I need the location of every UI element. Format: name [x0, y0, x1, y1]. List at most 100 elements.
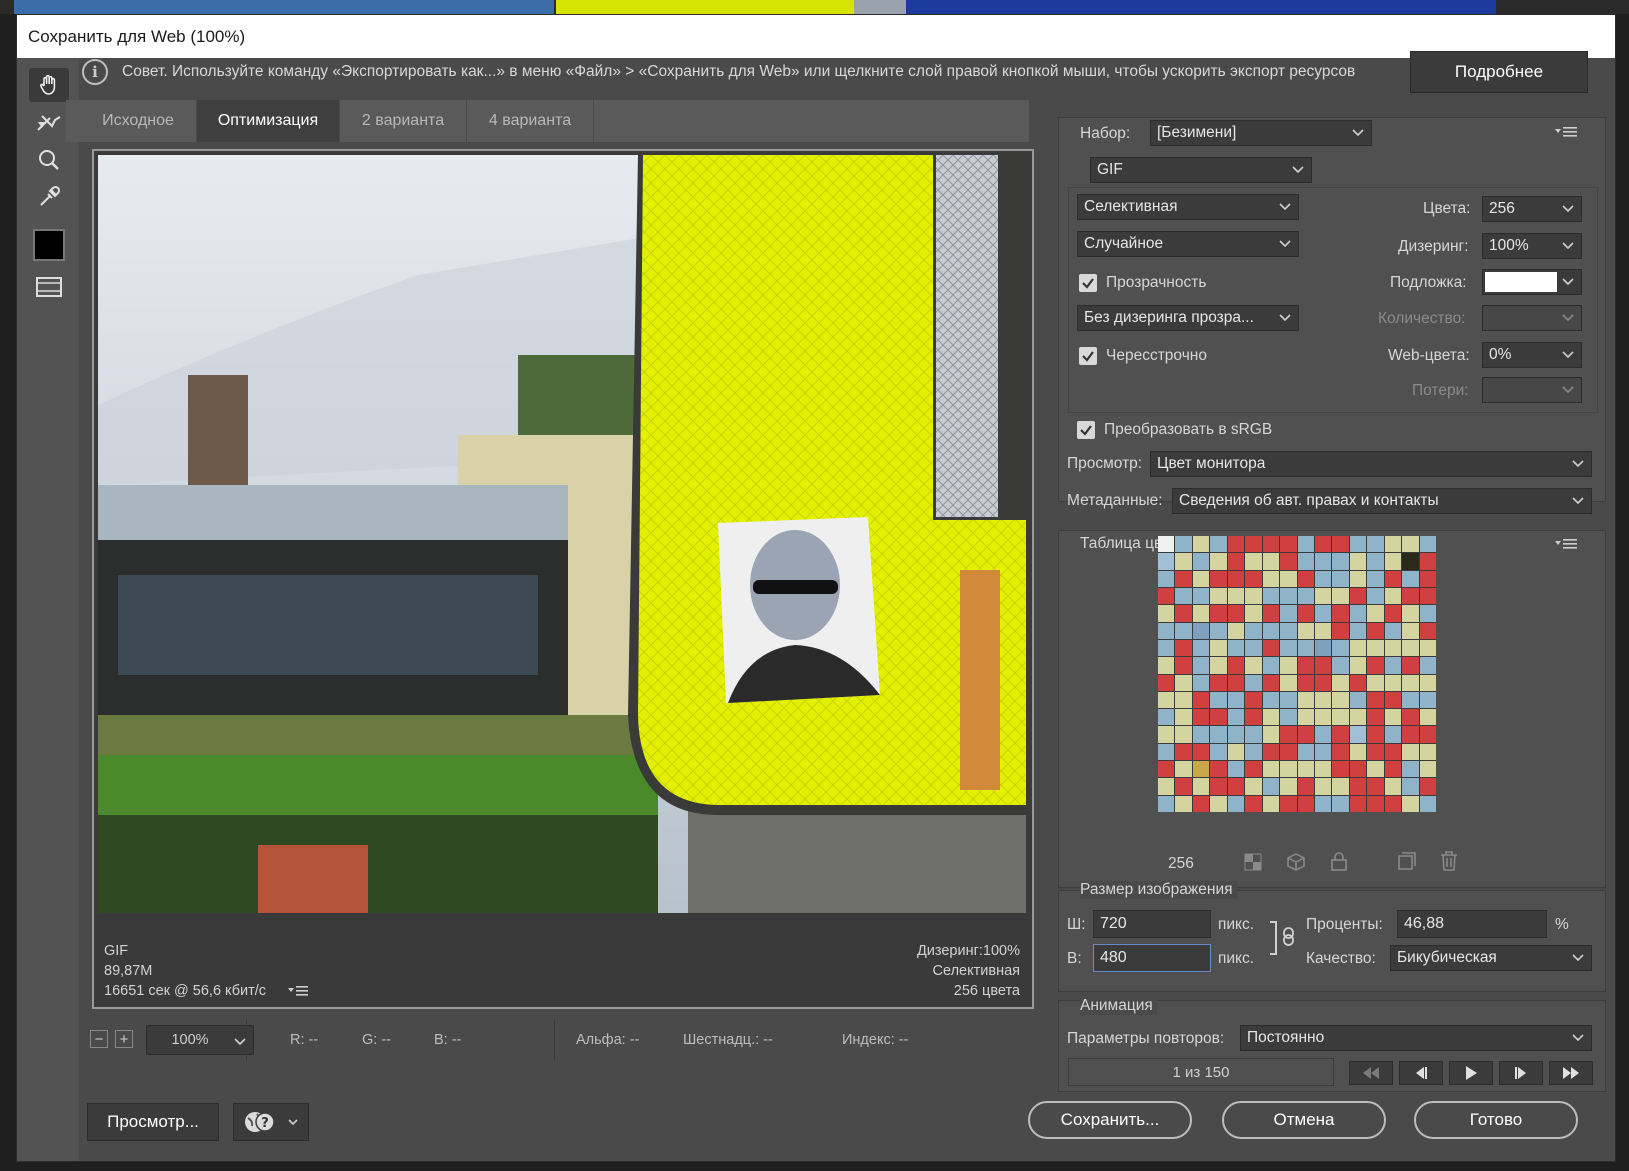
previous-frame-button[interactable]	[1399, 1061, 1443, 1085]
dialog-title: Сохранить для Web (100%)	[28, 27, 246, 46]
lossy-select	[1482, 377, 1582, 403]
transparency-dither-value: Без дизеринга прозра...	[1084, 309, 1254, 326]
chevron-down-icon	[1292, 166, 1304, 174]
preview-file-size: 89,87M	[104, 963, 153, 979]
loop-options-select[interactable]: Постоянно	[1240, 1025, 1592, 1051]
chevron-down-icon	[1562, 351, 1574, 359]
hand-tool-icon[interactable]	[29, 68, 69, 102]
preset-select[interactable]: [Безимени]	[1150, 120, 1372, 146]
image-size-title: Размер изображения	[1080, 881, 1237, 899]
chevron-down-icon	[1279, 240, 1291, 248]
preview-in-browser-button[interactable]: Просмотр...	[87, 1103, 219, 1141]
lock-color-icon[interactable]	[1330, 851, 1348, 871]
height-input[interactable]: 480	[1093, 944, 1211, 972]
cancel-button[interactable]: Отмена	[1222, 1101, 1386, 1139]
tab-4-up[interactable]: 4 варианта	[467, 100, 594, 142]
loop-options-label: Параметры повторов:	[1067, 1030, 1225, 1047]
zoom-tool-icon[interactable]	[29, 143, 69, 177]
first-frame-icon	[1363, 1067, 1379, 1079]
preview-image[interactable]	[98, 155, 1026, 913]
dither-amount-value: 100%	[1489, 237, 1529, 254]
readout-b: B: --	[434, 1032, 462, 1048]
svg-text:?: ?	[261, 1116, 269, 1131]
format-select[interactable]: GIF	[1090, 157, 1312, 183]
eyedropper-tool-icon[interactable]	[29, 180, 69, 214]
metadata-select[interactable]: Сведения об авт. правах и контакты	[1172, 488, 1592, 514]
percent-label: Проценты:	[1306, 916, 1383, 933]
slice-select-tool-icon[interactable]	[29, 106, 69, 140]
toggle-slices-icon[interactable]	[29, 270, 69, 304]
interlaced-checkbox[interactable]	[1079, 347, 1097, 365]
last-frame-button[interactable]	[1549, 1061, 1593, 1085]
chevron-down-icon	[1279, 203, 1291, 211]
color-reduction-value: Селективная	[1084, 198, 1178, 215]
play-button[interactable]	[1449, 1061, 1493, 1085]
trash-icon[interactable]	[1440, 851, 1458, 871]
transparency-checkbox[interactable]	[1079, 274, 1097, 292]
done-button[interactable]: Готово	[1414, 1101, 1578, 1139]
constrain-proportions-icon[interactable]	[1268, 918, 1298, 958]
next-frame-button[interactable]	[1499, 1061, 1543, 1085]
metadata-label: Метаданные:	[1067, 492, 1163, 509]
chevron-down-icon	[234, 1038, 246, 1046]
chevron-down-icon	[1562, 242, 1574, 250]
new-color-icon[interactable]	[1398, 852, 1416, 870]
transparency-dither-select[interactable]: Без дизеринга прозра...	[1077, 305, 1299, 331]
matte-color-swatch[interactable]	[1485, 272, 1557, 292]
convert-srgb-checkbox[interactable]	[1077, 421, 1095, 439]
next-frame-icon	[1515, 1067, 1526, 1079]
transparency-label: Прозрачность	[1106, 274, 1207, 291]
tab-optimized[interactable]: Оптимизация	[197, 100, 340, 142]
width-input[interactable]: 720	[1093, 910, 1211, 938]
preview-info-left: GIF 89,87M 16651 сек @ 56,6 кбит/с	[104, 941, 309, 1001]
height-label: В:	[1067, 950, 1082, 967]
web-shift-icon[interactable]	[1286, 852, 1306, 872]
save-button[interactable]: Сохранить...	[1028, 1101, 1192, 1139]
preview-download-time: 16651 сек @ 56,6 кбит/с	[104, 983, 267, 999]
width-unit: пикс.	[1218, 916, 1255, 933]
browser-select-button[interactable]: ?	[233, 1103, 309, 1141]
preview-mode-label: Просмотр:	[1067, 455, 1143, 472]
preview-colors-info: 256 цвета	[953, 983, 1020, 999]
view-tabs: Исходное Оптимизация 2 варианта 4 вариан…	[66, 100, 1029, 142]
image-size-panel	[1058, 890, 1606, 992]
color-reduction-select[interactable]: Селективная	[1077, 194, 1299, 220]
dither-algorithm-select[interactable]: Случайное	[1077, 231, 1299, 257]
readout-alpha: Альфа: --	[576, 1032, 640, 1048]
dither-label: Дизеринг:	[1398, 238, 1469, 255]
color-palette-grid[interactable]	[1158, 536, 1436, 812]
readout-r: R: --	[290, 1032, 319, 1048]
frame-counter: 1 из 150	[1068, 1058, 1334, 1086]
background-document-strip	[0, 0, 1629, 14]
web-snap-label: Web-цвета:	[1388, 347, 1470, 364]
color-table-menu-icon[interactable]	[1555, 538, 1577, 550]
matte-select[interactable]	[1482, 269, 1582, 295]
quality-select[interactable]: Бикубическая	[1390, 945, 1592, 971]
web-snap-select[interactable]: 0%	[1482, 342, 1582, 368]
zoom-level-select[interactable]: 100%	[146, 1025, 254, 1055]
percent-sign: %	[1555, 916, 1569, 933]
previous-frame-icon	[1416, 1067, 1427, 1079]
readout-g: G: --	[362, 1032, 391, 1048]
learn-more-button[interactable]: Подробнее	[1410, 51, 1588, 93]
percent-input[interactable]: 46,88	[1397, 910, 1547, 938]
colors-select[interactable]: 256	[1482, 196, 1582, 222]
tip-bar: i Совет. Используйте команду «Экспортиро…	[68, 52, 1410, 92]
download-speed-menu-icon[interactable]	[288, 985, 309, 997]
zoom-in-button[interactable]: +	[115, 1030, 133, 1048]
width-label: Ш:	[1067, 916, 1086, 933]
eyedropper-color-swatch[interactable]	[29, 228, 69, 262]
tool-panel	[17, 58, 79, 1161]
convert-srgb-label: Преобразовать в sRGB	[1104, 421, 1273, 438]
map-to-transparent-icon[interactable]	[1244, 853, 1262, 871]
settings-menu-icon[interactable]	[1555, 126, 1577, 138]
amount-label: Количество:	[1378, 310, 1466, 327]
dither-amount-select[interactable]: 100%	[1482, 233, 1582, 259]
web-snap-value: 0%	[1489, 346, 1512, 363]
tab-2-up[interactable]: 2 варианта	[340, 100, 467, 142]
tab-original[interactable]: Исходное	[80, 100, 197, 142]
preview-mode-select[interactable]: Цвет монитора	[1150, 451, 1592, 477]
quality-label: Качество:	[1306, 950, 1376, 967]
zoom-out-button[interactable]: −	[90, 1030, 108, 1048]
color-count: 256	[1168, 855, 1194, 872]
